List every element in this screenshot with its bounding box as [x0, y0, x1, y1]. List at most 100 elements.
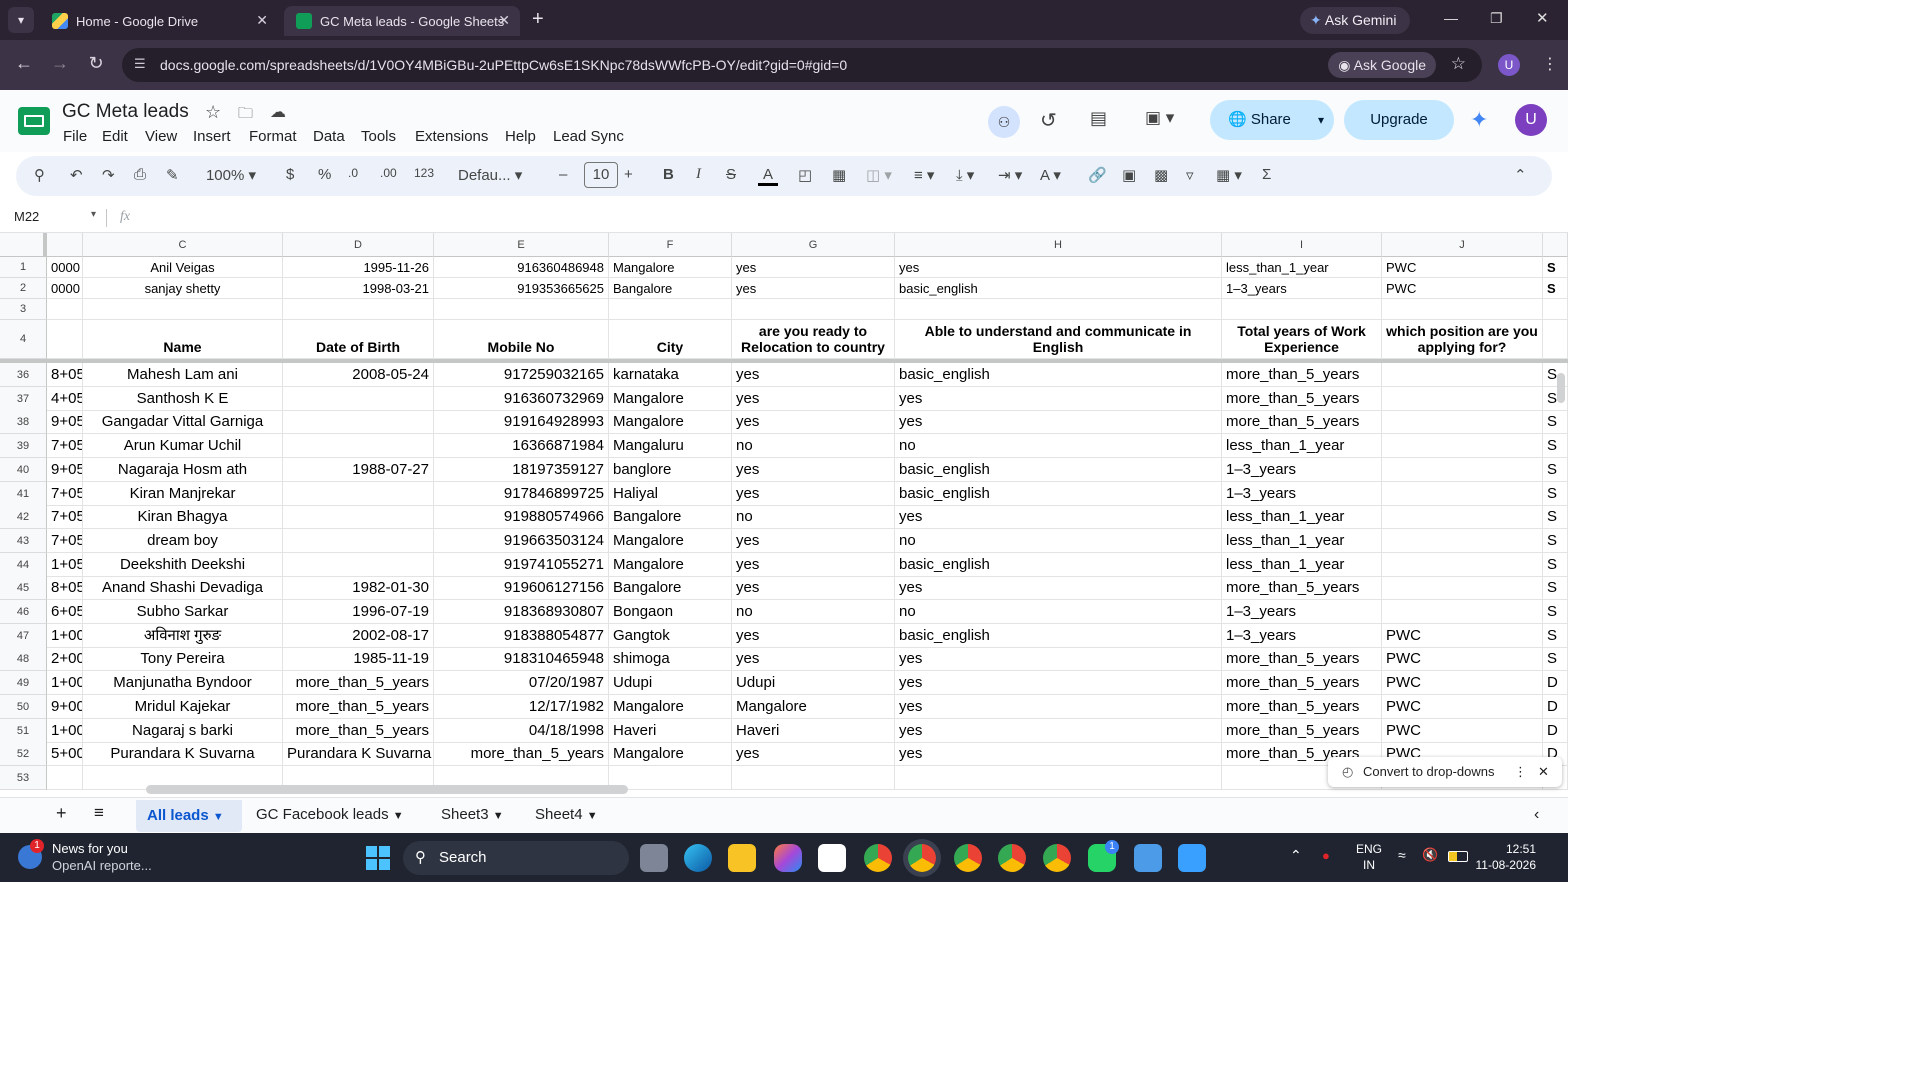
- cell-k[interactable]: S: [1543, 458, 1568, 482]
- cell-j[interactable]: PWC: [1382, 257, 1543, 278]
- cell-i[interactable]: more_than_5_years: [1222, 576, 1382, 600]
- cell-f[interactable]: Gangtok: [609, 624, 732, 648]
- cell-h[interactable]: yes: [895, 505, 1222, 529]
- cell-d[interactable]: [283, 482, 434, 506]
- cell-g[interactable]: yes: [732, 742, 895, 766]
- cell-d[interactable]: 1996-07-19: [283, 600, 434, 624]
- cell-g[interactable]: yes: [732, 387, 895, 411]
- cell-b[interactable]: 0000: [47, 257, 83, 278]
- cell-i[interactable]: 1–3_years: [1222, 600, 1382, 624]
- cell-k[interactable]: S: [1543, 482, 1568, 506]
- cell-e[interactable]: 04/18/1998: [434, 719, 609, 743]
- insert-chart-icon[interactable]: ▩: [1154, 166, 1168, 184]
- ask-google-button[interactable]: ◉ Ask Google: [1328, 52, 1436, 78]
- cell-g[interactable]: yes: [732, 529, 895, 553]
- cell-h[interactable]: yes: [895, 387, 1222, 411]
- header-cell-g[interactable]: are you ready to Relocation to country: [732, 320, 895, 359]
- notepad-icon[interactable]: [1134, 844, 1162, 872]
- cell-i[interactable]: more_than_5_years: [1222, 647, 1382, 671]
- cell-f[interactable]: shimoga: [609, 647, 732, 671]
- redo-icon[interactable]: ↷: [102, 166, 115, 184]
- cell-h[interactable]: yes: [895, 647, 1222, 671]
- cell-j[interactable]: [1382, 434, 1543, 458]
- cell-k[interactable]: S: [1543, 529, 1568, 553]
- cell-f[interactable]: Haveri: [609, 719, 732, 743]
- menu-lead-sync[interactable]: Lead Sync: [553, 128, 624, 145]
- cell-f[interactable]: Haliyal: [609, 482, 732, 506]
- cell-c[interactable]: sanjay shetty: [83, 278, 283, 299]
- chrome-icon[interactable]: [998, 844, 1026, 872]
- cell-g[interactable]: yes: [732, 624, 895, 648]
- cell-c[interactable]: Manjunatha Byndoor: [83, 671, 283, 695]
- row-header[interactable]: 2: [0, 278, 47, 299]
- cell-d[interactable]: [283, 299, 434, 320]
- side-panel-toggle-icon[interactable]: ‹: [1534, 806, 1539, 824]
- col-header-f[interactable]: F: [609, 233, 732, 257]
- cell-h[interactable]: no: [895, 434, 1222, 458]
- chrome-icon[interactable]: [954, 844, 982, 872]
- print-icon[interactable]: ⎙: [134, 166, 146, 183]
- menu-tools[interactable]: Tools: [361, 128, 396, 145]
- bold-icon[interactable]: B: [663, 166, 674, 183]
- header-cell-i[interactable]: Total years of Work Experience: [1222, 320, 1382, 359]
- cell-e[interactable]: 919741055271: [434, 553, 609, 577]
- row-header[interactable]: 40: [0, 458, 47, 482]
- cell-h[interactable]: no: [895, 529, 1222, 553]
- cell-k[interactable]: S: [1543, 505, 1568, 529]
- cell-h[interactable]: basic_english: [895, 278, 1222, 299]
- cell-c[interactable]: Mridul Kajekar: [83, 695, 283, 719]
- paint-icon[interactable]: [1178, 844, 1206, 872]
- row-header[interactable]: 42: [0, 505, 47, 529]
- wifi-icon[interactable]: ≈: [1398, 847, 1406, 863]
- cell-g[interactable]: yes: [732, 576, 895, 600]
- header-cell-c[interactable]: Name: [83, 320, 283, 359]
- cell-d[interactable]: Purandara K Suvarna: [283, 742, 434, 766]
- header-cell-h[interactable]: Able to understand and communicate in En…: [895, 320, 1222, 359]
- row-header[interactable]: 47: [0, 624, 47, 648]
- col-header-j[interactable]: J: [1382, 233, 1543, 257]
- cell-b[interactable]: 1+00: [47, 671, 83, 695]
- restore-icon[interactable]: ❐: [1490, 10, 1503, 27]
- minimize-icon[interactable]: —: [1444, 10, 1458, 26]
- show-hidden-icons[interactable]: ⌃: [1290, 847, 1302, 864]
- menu-edit[interactable]: Edit: [102, 128, 128, 145]
- merge-cells-icon[interactable]: ◫ ▾: [866, 166, 892, 184]
- cell-d[interactable]: 2002-08-17: [283, 624, 434, 648]
- cell-f[interactable]: Mangalore: [609, 529, 732, 553]
- cell-e[interactable]: 917846899725: [434, 482, 609, 506]
- new-tab-button[interactable]: +: [532, 8, 544, 31]
- cell-g[interactable]: yes: [732, 410, 895, 434]
- cell-h[interactable]: yes: [895, 576, 1222, 600]
- cell-b[interactable]: 8+05: [47, 576, 83, 600]
- cell-j[interactable]: PWC: [1382, 695, 1543, 719]
- cell-i[interactable]: more_than_5_years: [1222, 719, 1382, 743]
- cell-d[interactable]: [283, 529, 434, 553]
- cell-g[interactable]: yes: [732, 278, 895, 299]
- cell-k[interactable]: S: [1543, 600, 1568, 624]
- cell-e[interactable]: 919606127156: [434, 576, 609, 600]
- text-wrapping-icon[interactable]: ⇥ ▾: [998, 166, 1022, 184]
- add-sheet-icon[interactable]: +: [56, 803, 67, 824]
- cell-k[interactable]: D: [1543, 695, 1568, 719]
- close-tab-icon[interactable]: ✕: [256, 12, 268, 29]
- cell-b[interactable]: 7+05: [47, 529, 83, 553]
- header-cell-k[interactable]: [1543, 320, 1568, 359]
- cell-k[interactable]: S: [1543, 434, 1568, 458]
- formula-input[interactable]: [144, 206, 1544, 230]
- cell-c[interactable]: Kiran Bhagya: [83, 505, 283, 529]
- cell-j[interactable]: [1382, 458, 1543, 482]
- cell-h[interactable]: yes: [895, 671, 1222, 695]
- header-cell-j[interactable]: which position are you applying for?: [1382, 320, 1543, 359]
- cell-b[interactable]: 0000: [47, 278, 83, 299]
- move-folder-icon[interactable]: 🗀: [238, 103, 253, 128]
- vertical-scrollbar-thumb[interactable]: [1557, 373, 1565, 403]
- text-color-icon[interactable]: A: [758, 166, 778, 186]
- cell-f[interactable]: Mangalore: [609, 410, 732, 434]
- cell-e[interactable]: 918310465948: [434, 647, 609, 671]
- cell-j[interactable]: PWC: [1382, 719, 1543, 743]
- cell-b[interactable]: 9+05: [47, 458, 83, 482]
- cell-e[interactable]: 916360486948: [434, 257, 609, 278]
- cell-i[interactable]: 1–3_years: [1222, 624, 1382, 648]
- horizontal-scrollbar-thumb[interactable]: [146, 785, 628, 794]
- cell-i[interactable]: 1–3_years: [1222, 482, 1382, 506]
